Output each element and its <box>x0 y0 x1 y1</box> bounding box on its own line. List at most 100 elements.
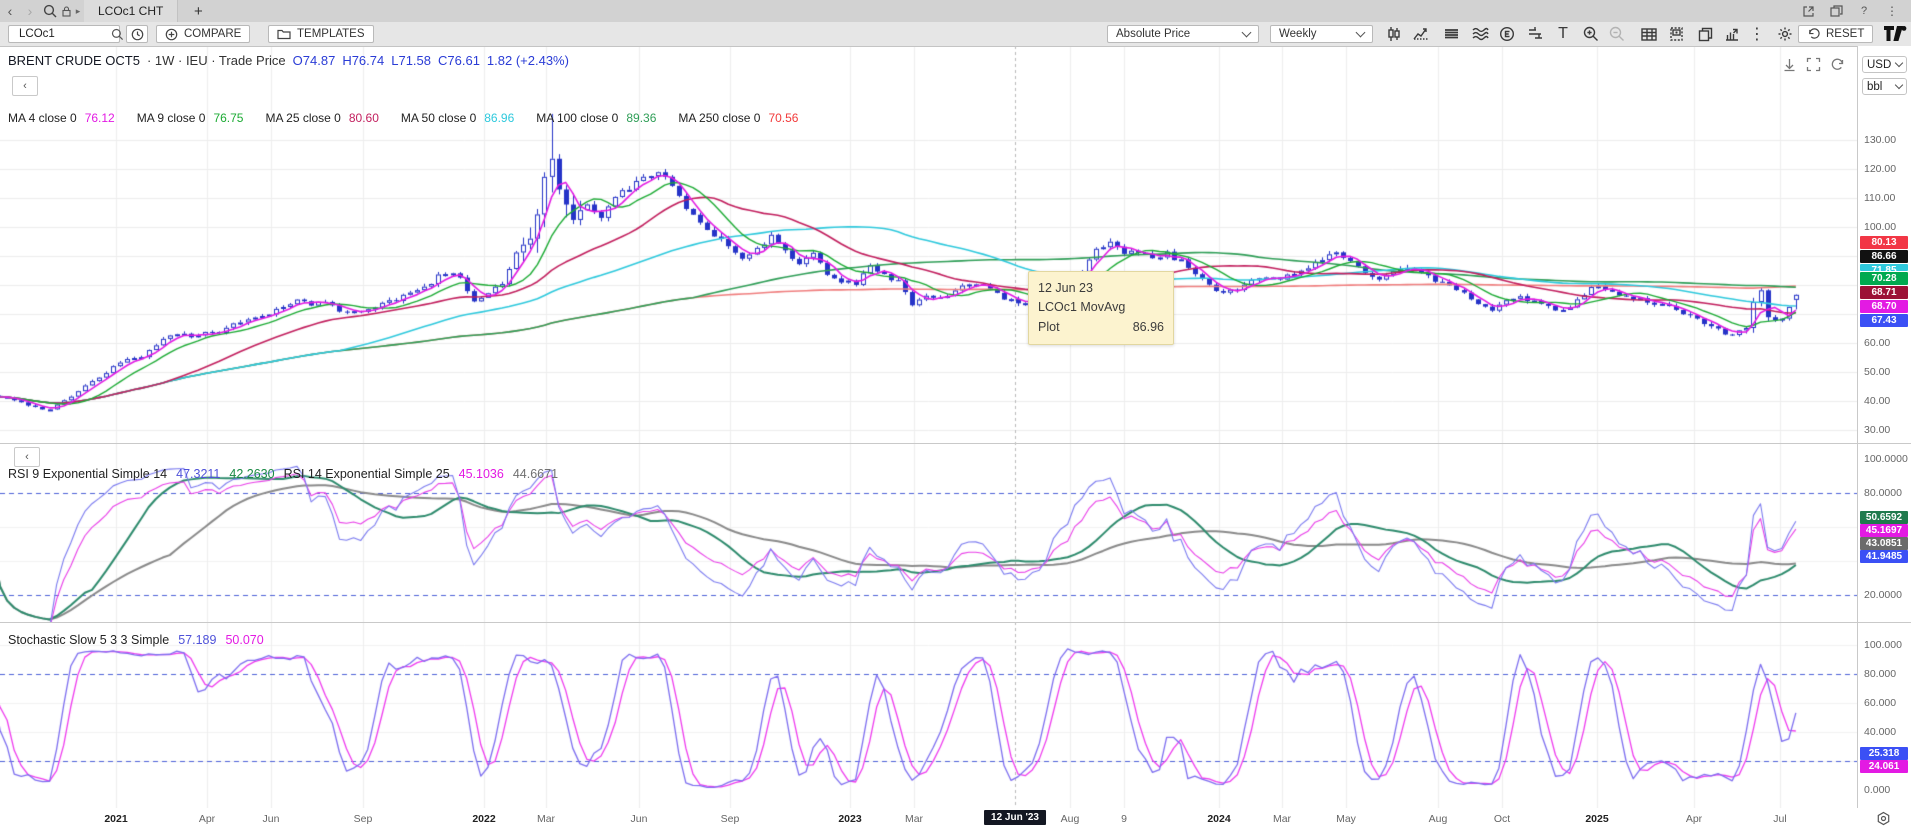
legend-high: H76.74 <box>342 53 384 68</box>
window-tab-bar: ‹ › ▸ LCOc1 CHT + ? ⋮ <box>0 0 1911 23</box>
scale-tick: 80.0000 <box>1864 487 1902 499</box>
history-back-button[interactable]: ‹ <box>0 3 20 19</box>
zoom-in-icon[interactable] <box>1580 24 1602 44</box>
chart-style-candles-icon[interactable] <box>1383 24 1405 44</box>
price-badge: 68.70 <box>1860 300 1908 313</box>
indicator-legend-item: Stochastic Slow 5 3 3 Simple <box>8 633 169 647</box>
legend-change: 1.82 (+2.43%) <box>487 53 569 68</box>
pane-divider[interactable] <box>0 443 1911 444</box>
time-tick: Apr <box>199 813 215 825</box>
price-badge: 43.0851 <box>1860 537 1908 550</box>
scale-tick: 30.00 <box>1864 424 1890 436</box>
scale-tick: 50.00 <box>1864 366 1890 378</box>
ma-legend-item[interactable]: MA 100 close 089.36 <box>536 111 656 125</box>
time-axis-settings-icon[interactable] <box>1876 811 1891 831</box>
window-more-icon[interactable]: ⋮ <box>1883 2 1901 20</box>
layout-windows-icon[interactable] <box>1827 2 1845 20</box>
new-tab-button[interactable]: + <box>188 2 208 20</box>
popout-icon[interactable] <box>1799 2 1817 20</box>
layers-icon[interactable] <box>1440 24 1462 44</box>
rsi-legend[interactable]: RSI 9 Exponential Simple 1447.321142.263… <box>8 467 558 481</box>
reset-button[interactable]: RESET <box>1798 25 1873 43</box>
unit-select[interactable]: bbl <box>1862 78 1907 95</box>
symbol-input[interactable] <box>17 27 105 41</box>
toolbar-more-icon[interactable]: ⋮ <box>1746 24 1768 44</box>
time-tick: 2024 <box>1207 813 1230 825</box>
time-tick: Oct <box>1494 813 1510 825</box>
pane-divider[interactable] <box>0 622 1911 623</box>
text-tool-icon[interactable]: T <box>1552 24 1574 44</box>
price-badge: 24.061 <box>1860 760 1908 773</box>
price-scale-column[interactable]: USD bbl 130.00120.00110.00100.0060.0050.… <box>1857 46 1911 808</box>
ma-legend: MA 4 close 076.12 MA 9 close 076.75 MA 25 … <box>8 111 798 125</box>
price-mode-select[interactable]: Absolute Price <box>1107 25 1259 43</box>
currency-select[interactable]: USD <box>1862 56 1907 73</box>
ma-legend-item[interactable]: MA 250 close 070.56 <box>678 111 798 125</box>
ma-legend-item[interactable]: MA 25 close 080.60 <box>265 111 378 125</box>
scale-tick: 20.0000 <box>1864 589 1902 601</box>
crosshair-tooltip: 12 Jun 23 LCOc1 MovAvg Plot86.96 <box>1028 271 1174 345</box>
refresh-pane-icon[interactable] <box>1830 57 1845 77</box>
tab-lcoc1-cht[interactable]: LCOc1 CHT <box>84 0 178 22</box>
legend-close: C76.61 <box>438 53 480 68</box>
undo-icon <box>1807 28 1820 40</box>
scale-tick: 100.0000 <box>1864 453 1908 465</box>
zoom-out-icon[interactable] <box>1606 24 1628 44</box>
scale-tick: 100.00 <box>1864 221 1896 233</box>
history-clock-button[interactable] <box>126 25 148 43</box>
scale-tick: 40.000 <box>1864 726 1896 738</box>
export-chart-icon[interactable] <box>1721 24 1743 44</box>
time-tick: Mar <box>905 813 923 825</box>
events-icon[interactable] <box>1496 24 1518 44</box>
time-axis[interactable]: Sep2021AprJunSep2022MarJunSep2023MarAug9… <box>0 808 1911 831</box>
settings-gear-icon[interactable] <box>1774 24 1796 44</box>
ma-legend-item[interactable]: MA 9 close 076.75 <box>137 111 244 125</box>
indicator-legend-item: 47.3211 <box>176 467 220 481</box>
chevron-down-icon <box>1242 28 1252 38</box>
time-tick: Sep <box>354 813 373 825</box>
chevron-down-icon <box>1895 81 1903 89</box>
help-icon[interactable]: ? <box>1855 2 1873 20</box>
scale-tick: 100.000 <box>1864 639 1902 651</box>
scale-tick: 110.00 <box>1864 192 1895 204</box>
indicators-waves-icon[interactable] <box>1469 24 1491 44</box>
compare-levels-icon[interactable] <box>1524 24 1546 44</box>
time-tick: Sep <box>721 813 740 825</box>
ma-legend-item[interactable]: MA 50 close 086.96 <box>401 111 514 125</box>
time-tick: May <box>1336 813 1356 825</box>
symbol-search-box[interactable] <box>8 25 120 43</box>
intraday-chart-icon[interactable] <box>1410 24 1432 44</box>
templates-button[interactable]: TEMPLATES <box>268 25 374 43</box>
symbol-search-icon[interactable] <box>111 28 124 41</box>
time-tick: Jul <box>1773 813 1786 825</box>
main-pane-controls <box>1782 57 1845 77</box>
main-pane-collapse-button[interactable]: ‹ <box>12 76 38 96</box>
scroll-to-recent-icon[interactable] <box>1782 57 1797 77</box>
legend-meta: · 1W · IEU · Trade Price <box>147 53 286 68</box>
chevron-down-icon <box>1356 28 1366 38</box>
compare-button[interactable]: COMPARE <box>156 25 250 43</box>
indicator-legend-item: 50.070 <box>225 633 263 647</box>
price-badge: 68.71 <box>1860 286 1908 299</box>
copy-chart-icon[interactable] <box>1694 24 1716 44</box>
scale-tick: 60.000 <box>1864 697 1896 709</box>
search-icon[interactable] <box>40 2 60 20</box>
time-tick: Mar <box>1273 813 1291 825</box>
add-panel-icon[interactable] <box>1666 24 1688 44</box>
scale-tick: 80.000 <box>1864 668 1896 680</box>
data-table-icon[interactable] <box>1638 24 1660 44</box>
price-badge: 50.6592 <box>1860 511 1908 524</box>
history-forward-button[interactable]: › <box>20 3 40 19</box>
indicator-legend-item: 45.1036 <box>459 467 504 481</box>
rsi-pane-collapse-button[interactable]: ‹ <box>14 447 40 467</box>
time-tick: 9 <box>1121 813 1127 825</box>
crosshair-time-badge: 12 Jun '23 <box>984 810 1046 825</box>
interval-select[interactable]: Weekly <box>1270 25 1373 43</box>
main-chart-legend[interactable]: BRENT CRUDE OCT5 · 1W · IEU · Trade Pric… <box>8 53 569 68</box>
tradingview-logo <box>1884 26 1907 46</box>
time-tick: Mar <box>537 813 555 825</box>
indicator-legend-item: 42.2630 <box>229 467 274 481</box>
stochastic-legend[interactable]: Stochastic Slow 5 3 3 Simple57.18950.070 <box>8 633 264 647</box>
ma-legend-item[interactable]: MA 4 close 076.12 <box>8 111 115 125</box>
maximize-pane-icon[interactable] <box>1806 57 1821 77</box>
